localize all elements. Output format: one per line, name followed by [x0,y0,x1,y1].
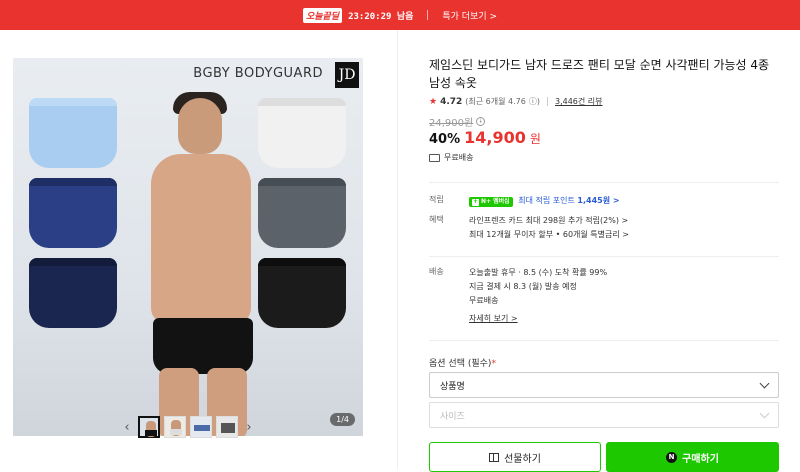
rating-divider [546,97,548,106]
chevron-down-icon [759,378,770,388]
delivery-detail-link[interactable]: 자세히 보기 > [469,312,607,326]
thumbnail-strip: ‹ › [120,416,256,438]
model-figure [123,78,273,436]
divider [429,340,779,341]
benefit-label: 혜택 [429,215,444,224]
plus-icon: + [472,198,479,206]
more-deals-link[interactable]: 특가 더보기 > [442,9,497,22]
sale-price: 14,900 [464,128,526,147]
star-icon: ★ [429,96,438,107]
thumb-prev-icon[interactable]: ‹ [120,420,134,435]
brief-light-blue [29,98,117,168]
rating-row: ★ 4.72 (최근 6개월 4.76 ⓘ) 3,446건 리뷰 [429,96,603,107]
ship-date: 지금 결제 시 8.3 (월) 발송 예정 [469,282,577,291]
divider [429,256,779,257]
option-label: 옵션 선택 (필수)* [429,359,496,369]
original-price-value: 24,900원 [429,118,474,129]
points-row: 적립 + N+ 멤버십 최대 적립 포인트 1,445원 > [429,194,620,208]
required-mark: * [491,359,496,369]
brief-dark-navy [29,258,117,328]
divider [429,182,779,183]
price-info-icon[interactable]: i [476,117,486,126]
product-gallery: BGBY BODYGUARD JD 1/4 ‹ › [0,30,398,469]
max-points-text: 최대 적립 포인트 [518,196,575,205]
thumbnail-3[interactable] [190,416,212,438]
product-option-select[interactable]: 상품명 [429,372,779,398]
original-price: 24,900원 i [429,114,486,129]
thumb-next-icon[interactable]: › [242,420,256,435]
benefit-row: 혜택 라인프렌즈 카드 최대 298원 추가 적립(2%) > 최대 12개월 … [429,214,629,242]
review-count-link[interactable]: 3,446건 리뷰 [555,96,603,107]
gift-button[interactable]: 선물하기 [429,442,601,472]
npay-membership-badge: + N+ 멤버십 [469,197,513,207]
thumbnail-2[interactable] [164,416,186,438]
delivery-row: 배송 오늘출발 휴무 · 8.5 (수) 도착 확률 99% 지금 결제 시 8… [429,266,607,326]
delivery-status: 오늘출발 휴무 · 8.5 (수) 도착 확률 99% [469,268,608,277]
naver-n-icon: N [666,451,678,463]
main-product-image[interactable]: BGBY BODYGUARD JD 1/4 [13,58,363,436]
product-title: 제임스딘 보디가드 남자 드로즈 팬티 모달 순면 사각팬티 가능성 4종 남성… [429,58,770,90]
product-info: 제임스딘 보디가드 남자 드로즈 팬티 모달 순면 사각팬티 가능성 4종 남성… [399,30,800,472]
info-icon[interactable]: ⓘ) [529,96,540,107]
points-label: 적립 [429,195,444,204]
price-row: 40% 14,900 원 [429,128,541,147]
image-counter: 1/4 [330,413,355,426]
card-benefit-link[interactable]: 라인프렌즈 카드 최대 298원 추가 적립(2%) > [469,214,629,228]
delivery-fee: 무료배송 [469,296,499,305]
brand-logo: JD [335,62,359,88]
banner-divider [427,10,429,20]
chevron-down-icon [759,408,770,418]
rating-score: 4.72 [440,96,463,107]
thumbnail-1[interactable] [138,416,160,438]
installment-link[interactable]: 최대 12개월 무이자 할부 • 60개월 특별금리 > [469,228,629,242]
deal-banner: 오늘끝딜 23:20:29 남음 특가 더보기 > [0,0,800,30]
delivery-label: 배송 [429,267,444,276]
thumbnail-4[interactable] [216,416,238,438]
buy-button[interactable]: N 구매하기 [606,442,779,472]
currency-unit: 원 [529,132,541,146]
deal-timer: 23:20:29 남음 [348,11,414,22]
today-deal-badge: 오늘끝딜 [302,7,343,23]
truck-icon [429,153,440,162]
size-option-value: 사이즈 [440,411,465,422]
gift-icon [489,452,500,462]
product-option-value: 상품명 [440,381,465,392]
points-amount-link[interactable]: 1,445원 > [577,196,619,205]
recent-rating: (최근 6개월 4.76 [465,97,526,106]
size-option-select[interactable]: 사이즈 [429,402,779,428]
free-shipping: 무료배송 [429,152,473,163]
discount-rate: 40% [429,132,461,147]
free-shipping-label: 무료배송 [444,153,474,162]
brief-navy [29,178,117,248]
